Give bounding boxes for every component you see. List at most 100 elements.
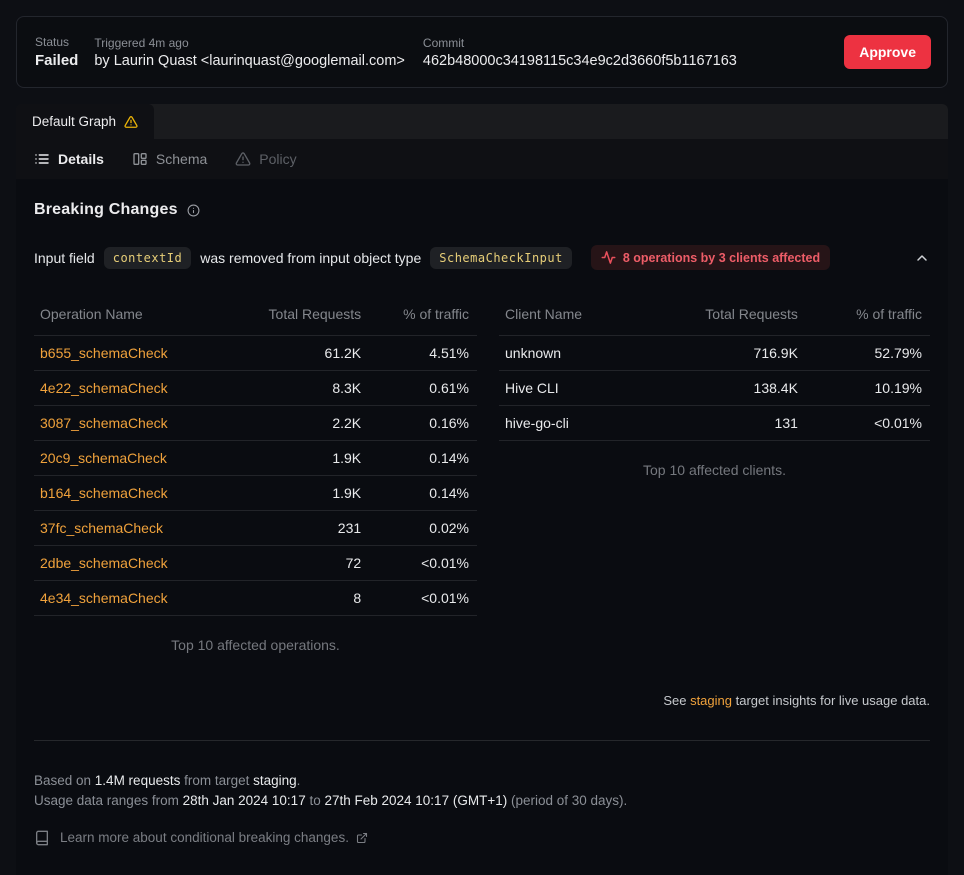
traffic-cell: 4.51% [369, 336, 477, 371]
change-text-prefix: Input field [34, 250, 95, 266]
name-cell: Hive CLI [499, 371, 640, 406]
name-cell: 20c9_schemaCheck [34, 441, 225, 476]
name-cell: 2dbe_schemaCheck [34, 546, 225, 581]
operations-caption: Top 10 affected operations. [34, 637, 477, 653]
insights-note: See staging target insights for live usa… [34, 693, 930, 708]
requests-cell: 72 [225, 546, 369, 581]
note-prefix: See [663, 693, 690, 708]
table-row: 4e34_schemaCheck8<0.01% [34, 581, 477, 616]
table-row: 3087_schemaCheck 2.2K0.16% [34, 406, 477, 441]
clients-table: Client NameTotal Requests% of trafficunk… [499, 298, 930, 441]
type-code-chip: SchemaCheckInput [430, 247, 572, 269]
table-row: 37fc_schemaCheck 2310.02% [34, 511, 477, 546]
triggered-by: by Laurin Quast <laurinquast@googlemail.… [94, 53, 405, 69]
usage-footer: Based on 1.4M requests from target stagi… [34, 771, 930, 848]
table-row: 20c9_schemaCheck 1.9K0.14% [34, 441, 477, 476]
requests-cell: 1.9K [225, 476, 369, 511]
operation-name-link[interactable]: 3087_schemaCheck [40, 415, 168, 431]
approve-button[interactable]: Approve [844, 35, 931, 69]
staging-link[interactable]: staging [690, 693, 732, 708]
commit-label: Commit [423, 36, 737, 50]
learn-more-label: Learn more about conditional breaking ch… [60, 828, 349, 848]
table-row: unknown716.9K52.79% [499, 336, 930, 371]
commit-hash: 462b48000c34198115c34e9c2d3660f5b1167163 [423, 53, 737, 69]
activity-pulse-icon [601, 250, 616, 265]
affected-badge-label: 8 operations by 3 clients affected [623, 251, 820, 265]
triggered-label: Triggered 4m ago [94, 36, 405, 50]
section-heading-row: Breaking Changes [34, 201, 930, 219]
tab-details[interactable]: Details [34, 151, 104, 167]
external-link-icon [356, 832, 368, 844]
column-header: Client Name [499, 298, 640, 336]
traffic-cell: 10.19% [806, 371, 930, 406]
clients-column: Client NameTotal Requests% of trafficunk… [499, 298, 930, 478]
breaking-change-row[interactable]: Input field contextId was removed from i… [34, 245, 930, 270]
tab-details-label: Details [58, 151, 104, 167]
table-row: hive-go-cli131<0.01% [499, 406, 930, 441]
operation-name-link[interactable]: 4e22_schemaCheck [40, 380, 168, 396]
operation-name-link[interactable]: 20c9_schemaCheck [40, 450, 167, 466]
name-cell: b164_schemaCheck [34, 476, 225, 511]
page: Status Failed Triggered 4m ago by Laurin… [0, 0, 964, 875]
learn-more-link[interactable]: Learn more about conditional breaking ch… [34, 828, 930, 848]
footer-line-1: Based on 1.4M requests from target stagi… [34, 771, 930, 791]
table-row: b164_schemaCheck 1.9K0.14% [34, 476, 477, 511]
tab-default-graph[interactable]: Default Graph [16, 104, 154, 139]
operation-name-link[interactable]: 4e34_schemaCheck [40, 590, 168, 606]
check-header-card: Status Failed Triggered 4m ago by Laurin… [16, 16, 948, 88]
requests-cell: 2.2K [225, 406, 369, 441]
name-cell: 37fc_schemaCheck [34, 511, 225, 546]
tab-policy[interactable]: Policy [235, 151, 296, 167]
change-text-middle: was removed from input object type [200, 250, 421, 266]
traffic-cell: <0.01% [369, 581, 477, 616]
column-header: % of traffic [369, 298, 477, 336]
status-label: Status [35, 35, 78, 49]
warning-triangle-icon [124, 115, 138, 129]
requests-cell: 131 [640, 406, 806, 441]
commit-block: Commit 462b48000c34198115c34e9c2d3660f5b… [423, 36, 737, 69]
name-cell: 3087_schemaCheck [34, 406, 225, 441]
tab-policy-label: Policy [259, 151, 296, 167]
section-divider [34, 740, 930, 741]
operations-column: Operation NameTotal Requests% of traffic… [34, 298, 477, 653]
usage-tables: Operation NameTotal Requests% of traffic… [34, 298, 930, 653]
triggered-block: Triggered 4m ago by Laurin Quast <laurin… [94, 36, 405, 69]
check-subnav: Details Schema Policy [16, 139, 948, 179]
table-row: 4e22_schemaCheck8.3K0.61% [34, 371, 477, 406]
traffic-cell: 0.16% [369, 406, 477, 441]
requests-cell: 231 [225, 511, 369, 546]
graph-tab-strip: Default Graph [16, 104, 948, 139]
column-header: % of traffic [806, 298, 930, 336]
operations-table: Operation NameTotal Requests% of traffic… [34, 298, 477, 616]
name-cell: 4e34_schemaCheck [34, 581, 225, 616]
traffic-cell: 0.02% [369, 511, 477, 546]
info-icon[interactable] [187, 204, 200, 217]
note-suffix: target insights for live usage data. [732, 693, 930, 708]
clients-caption: Top 10 affected clients. [499, 462, 930, 478]
name-cell: unknown [499, 336, 640, 371]
operation-name-link[interactable]: 37fc_schemaCheck [40, 520, 163, 536]
footer-line-2: Usage data ranges from 28th Jan 2024 10:… [34, 791, 930, 811]
affected-badge: 8 operations by 3 clients affected [591, 245, 830, 270]
page-title: Breaking Changes [34, 201, 178, 219]
operation-name-link[interactable]: b655_schemaCheck [40, 345, 168, 361]
requests-cell: 1.9K [225, 441, 369, 476]
column-header: Total Requests [225, 298, 369, 336]
tab-schema[interactable]: Schema [132, 151, 207, 167]
requests-cell: 61.2K [225, 336, 369, 371]
chevron-up-icon[interactable] [914, 250, 930, 266]
tab-label: Default Graph [32, 114, 116, 129]
operation-name-link[interactable]: 2dbe_schemaCheck [40, 555, 168, 571]
traffic-cell: 0.14% [369, 441, 477, 476]
alert-triangle-icon [235, 151, 251, 167]
requests-cell: 716.9K [640, 336, 806, 371]
name-cell: b655_schemaCheck [34, 336, 225, 371]
requests-cell: 8.3K [225, 371, 369, 406]
status-block: Status Failed [35, 35, 78, 69]
table-row: Hive CLI138.4K10.19% [499, 371, 930, 406]
traffic-cell: <0.01% [369, 546, 477, 581]
schema-panels-icon [132, 151, 148, 167]
traffic-cell: 0.14% [369, 476, 477, 511]
operation-name-link[interactable]: b164_schemaCheck [40, 485, 168, 501]
book-icon [34, 830, 50, 846]
